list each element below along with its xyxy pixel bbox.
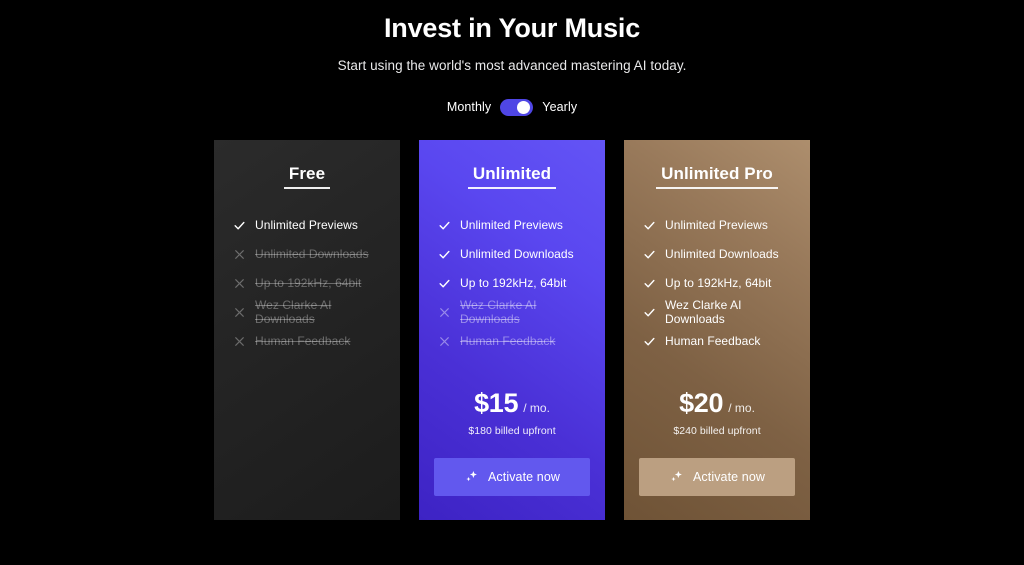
feature-label: Unlimited Previews — [665, 218, 768, 233]
price-block: $15 / mo. $180 billed upfront — [434, 388, 590, 437]
feature-label: Human Feedback — [460, 334, 556, 349]
feature-label: Up to 192kHz, 64bit — [255, 276, 362, 291]
pricing-cards: Free Unlimited Previews Unlimited Downloa… — [0, 139, 1024, 520]
price-block: $20 / mo. $240 billed upfront — [639, 388, 795, 437]
pricing-card-title-wrap: Free — [229, 164, 385, 189]
activate-now-label: Activate now — [487, 469, 561, 484]
feature-item: Unlimited Previews — [643, 211, 795, 240]
feature-item: Wez Clarke AI Downloads — [233, 298, 385, 327]
feature-item: Human Feedback — [438, 327, 590, 356]
feature-item: Unlimited Previews — [438, 211, 590, 240]
check-icon — [438, 219, 451, 232]
feature-label: Up to 192kHz, 64bit — [460, 276, 567, 291]
check-icon — [643, 277, 656, 290]
page-subtitle: Start using the world's most advanced ma… — [337, 57, 687, 73]
billing-toggle-switch[interactable] — [500, 98, 534, 116]
feature-item: Up to 192kHz, 64bit — [643, 269, 795, 298]
price-amount: $20 — [679, 387, 724, 418]
check-icon — [643, 306, 656, 319]
pricing-card-title: Unlimited — [467, 164, 557, 189]
billing-toggle-knob — [517, 100, 531, 114]
feature-label: Unlimited Previews — [255, 218, 358, 233]
price-note: $240 billed upfront — [673, 424, 761, 437]
feature-item: Wez Clarke AI Downloads — [438, 298, 590, 327]
feature-item: Human Feedback — [233, 327, 385, 356]
check-icon — [643, 248, 656, 261]
feature-label: Unlimited Downloads — [665, 247, 779, 262]
sparkles-icon — [669, 469, 684, 484]
cross-icon — [233, 248, 246, 261]
feature-item: Unlimited Previews — [233, 211, 385, 240]
feature-label: Up to 192kHz, 64bit — [665, 276, 772, 291]
pricing-card-free[interactable]: Free Unlimited Previews Unlimited Downloa… — [214, 139, 400, 520]
billing-monthly-label[interactable]: Monthly — [447, 100, 491, 114]
price-row: $20 / mo. — [639, 388, 795, 419]
cross-icon — [438, 306, 451, 319]
cross-icon — [233, 306, 246, 319]
feature-item: Unlimited Downloads — [233, 240, 385, 269]
activate-now-label: Activate now — [692, 469, 766, 484]
pricing-card-title: Free — [283, 164, 331, 189]
cross-icon — [438, 335, 451, 348]
feature-item: Up to 192kHz, 64bit — [233, 269, 385, 298]
check-icon — [438, 277, 451, 290]
activate-now-button[interactable]: Activate now — [639, 457, 795, 496]
feature-label: Unlimited Downloads — [460, 247, 574, 262]
pricing-card-title: Unlimited Pro — [656, 164, 778, 189]
cross-icon — [233, 335, 246, 348]
pricing-page: Invest in Your Music Start using the wor… — [0, 0, 1024, 565]
feature-label: Wez Clarke AI Downloads — [255, 298, 332, 327]
page-title: Invest in Your Music — [383, 13, 641, 43]
sparkles-icon — [464, 469, 479, 484]
feature-item: Up to 192kHz, 64bit — [438, 269, 590, 298]
activate-now-button[interactable]: Activate now — [434, 457, 590, 496]
price-period: / mo. — [523, 400, 550, 415]
feature-item: Unlimited Downloads — [438, 240, 590, 269]
feature-label: Unlimited Downloads — [255, 247, 369, 262]
pricing-card-unlimited[interactable]: Unlimited Unlimited Previews Unlimited Do… — [419, 139, 605, 520]
pricing-card-unlimited-pro[interactable]: Unlimited Pro Unlimited Previews Unlimite… — [624, 139, 810, 520]
check-icon — [233, 219, 246, 232]
feature-item: Wez Clarke AI Downloads — [643, 298, 795, 327]
feature-item: Human Feedback — [643, 327, 795, 356]
check-icon — [643, 335, 656, 348]
feature-list: Unlimited Previews Unlimited Downloads Up … — [639, 211, 795, 356]
feature-label: Unlimited Previews — [460, 218, 563, 233]
pricing-card-title-wrap: Unlimited Pro — [639, 164, 795, 189]
feature-label: Human Feedback — [255, 334, 351, 349]
price-note: $180 billed upfront — [468, 424, 556, 437]
pricing-card-title-wrap: Unlimited — [434, 164, 590, 189]
feature-label: Human Feedback — [665, 334, 761, 349]
check-icon — [643, 219, 656, 232]
feature-label: Wez Clarke AI Downloads — [460, 298, 537, 327]
price-row: $15 / mo. — [434, 388, 590, 419]
feature-list: Unlimited Previews Unlimited Downloads Up … — [434, 211, 590, 356]
billing-yearly-label[interactable]: Yearly — [542, 100, 577, 114]
cross-icon — [233, 277, 246, 290]
page-header: Invest in Your Music Start using the wor… — [0, 0, 1024, 73]
price-period: / mo. — [728, 400, 755, 415]
price-amount: $15 — [474, 387, 519, 418]
feature-label: Wez Clarke AI Downloads — [665, 298, 742, 327]
billing-period-toggle[interactable]: Monthly Yearly — [0, 98, 1024, 116]
check-icon — [438, 248, 451, 261]
feature-list: Unlimited Previews Unlimited Downloads Up … — [229, 211, 385, 356]
feature-item: Unlimited Downloads — [643, 240, 795, 269]
